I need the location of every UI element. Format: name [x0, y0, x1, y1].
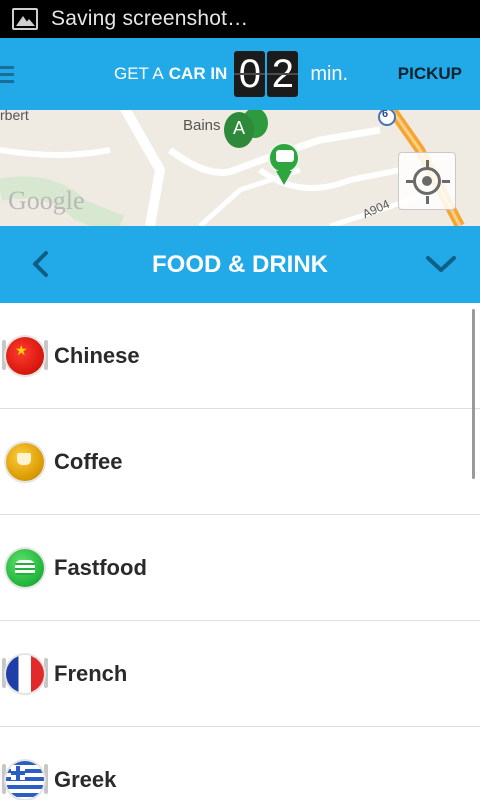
list-item-label: Greek [54, 766, 117, 792]
france-flag-icon [6, 654, 44, 693]
eta-emphasis: CAR IN [168, 64, 228, 83]
eta-display: GET A CAR IN 0 2 min. [114, 38, 348, 110]
china-flag-icon [6, 336, 44, 375]
list-item-label: Chinese [54, 342, 140, 368]
list-item-label: Fastfood [54, 554, 147, 580]
app-bar: GET A CAR IN 0 2 min. PICKUP [0, 38, 480, 110]
list-item-fastfood[interactable]: Fastfood [0, 515, 480, 621]
eta-unit: min. [310, 62, 349, 85]
coffee-icon [6, 442, 44, 481]
map-view[interactable]: rbert Bains 6 A904 Google A [0, 110, 480, 226]
eta-prefix: GET A [114, 64, 164, 83]
list-item-french[interactable]: French [0, 621, 480, 727]
map-road-number: 6 [382, 110, 389, 120]
image-icon [12, 8, 38, 30]
eta-counter: 0 2 [234, 51, 300, 97]
list-item-label: French [54, 660, 128, 686]
eta-digit-tens: 0 [234, 51, 266, 97]
map-place-label-left: rbert [0, 110, 29, 123]
category-title: FOOD & DRINK [152, 251, 328, 278]
map-marker-a[interactable]: A [224, 112, 254, 148]
status-bar: Saving screenshot… [0, 0, 480, 38]
category-list: Chinese Coffee Fastfood French Greek [0, 303, 480, 800]
greece-flag-icon [6, 760, 44, 799]
pickup-button[interactable]: PICKUP [398, 38, 462, 110]
list-item-greek[interactable]: Greek [0, 727, 480, 800]
map-place-label: Bains [183, 117, 221, 134]
my-location-button[interactable] [398, 152, 456, 210]
my-location-icon [413, 167, 441, 195]
list-scrollbar[interactable] [472, 309, 475, 479]
status-text: Saving screenshot… [51, 7, 249, 30]
list-item-chinese[interactable]: Chinese [0, 303, 480, 409]
car-icon [276, 150, 294, 162]
eta-digit-ones: 2 [267, 51, 299, 97]
category-header: FOOD & DRINK [0, 226, 480, 303]
list-item-coffee[interactable]: Coffee [0, 409, 480, 515]
chevron-down-icon[interactable] [425, 254, 457, 274]
hamburger-icon[interactable] [0, 66, 14, 84]
burger-icon [6, 548, 44, 587]
list-item-label: Coffee [54, 448, 123, 474]
google-logo: Google [8, 186, 85, 215]
